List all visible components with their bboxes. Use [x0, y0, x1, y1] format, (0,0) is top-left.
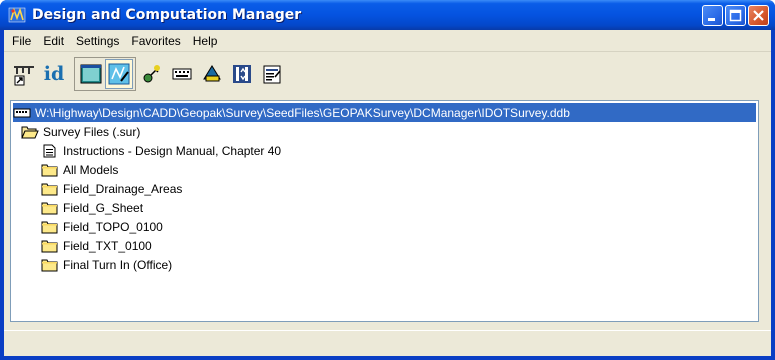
id-icon: id [43, 63, 65, 85]
root-path-label: W:\Highway\Design\CADD\Geopak\Survey\See… [35, 105, 570, 120]
dialog-icon [80, 64, 102, 84]
window-title: Design and Computation Manager [32, 7, 302, 23]
open-folder-icon [21, 125, 39, 139]
document-icon [41, 144, 59, 158]
tree-item-label: Field_TXT_0100 [63, 238, 152, 253]
category-label: Survey Files (.sur) [43, 124, 141, 139]
tree-item[interactable]: Field_TXT_0100 [13, 236, 756, 255]
folder-icon [41, 239, 59, 253]
menu-bar: File Edit Settings Favorites Help [4, 30, 771, 52]
tree-item[interactable]: All Models [13, 160, 756, 179]
keyboard-tool-button[interactable] [168, 59, 196, 89]
tree-item-label: Final Turn In (Office) [63, 257, 173, 272]
draw-mode-button[interactable] [105, 59, 133, 89]
id-tool-button[interactable]: id [40, 59, 68, 89]
folder-icon [41, 220, 59, 234]
pickup-tool-button[interactable] [198, 59, 226, 89]
close-button[interactable] [748, 4, 769, 26]
pointer-tool-button[interactable] [10, 59, 38, 89]
pointer-icon [14, 66, 34, 86]
tree-category-node[interactable]: Survey Files (.sur) [13, 122, 756, 141]
tree-item[interactable]: Field_G_Sheet [13, 198, 756, 217]
dialog-mode-button[interactable] [77, 59, 105, 89]
menu-settings[interactable]: Settings [70, 32, 125, 50]
tree-item[interactable]: Field_Drainage_Areas [13, 179, 756, 198]
keyboard-icon [172, 68, 192, 80]
key-icon [143, 65, 160, 83]
tree-item[interactable]: Final Turn In (Office) [13, 255, 756, 274]
draw-icon [108, 63, 130, 85]
menu-file[interactable]: File [6, 32, 37, 50]
tree-item-label: Field_G_Sheet [63, 200, 144, 215]
menu-edit[interactable]: Edit [37, 32, 70, 50]
tree-item-label: Instructions - Design Manual, Chapter 40 [63, 143, 282, 158]
tree-item-label: Field_TOPO_0100 [63, 219, 163, 234]
folder-icon [41, 163, 59, 177]
client-area: File Edit Settings Favorites Help id W:\… [4, 30, 771, 356]
status-bar [4, 330, 771, 356]
minimize-button[interactable] [702, 4, 723, 26]
pickup-icon [203, 65, 221, 82]
settings-tool-button[interactable] [228, 59, 256, 89]
folder-icon [41, 201, 59, 215]
app-window: Design and Computation Manager File Edit… [0, 0, 775, 360]
folder-icon [41, 258, 59, 272]
tree-item-label: Field_Drainage_Areas [63, 181, 183, 196]
tree-item-label: All Models [63, 162, 119, 177]
mode-button-group [74, 57, 136, 91]
folder-icon [41, 182, 59, 196]
menu-help[interactable]: Help [187, 32, 224, 50]
database-icon [13, 106, 31, 120]
tree-item[interactable]: Instructions - Design Manual, Chapter 40 [13, 141, 756, 160]
maximize-button[interactable] [725, 4, 746, 26]
tree-root-node[interactable]: W:\Highway\Design\CADD\Geopak\Survey\See… [13, 103, 756, 122]
menu-favorites[interactable]: Favorites [125, 32, 186, 50]
tree-item[interactable]: Field_TOPO_0100 [13, 217, 756, 236]
title-bar[interactable]: Design and Computation Manager [0, 0, 775, 30]
key-tool-button[interactable] [138, 59, 166, 89]
properties-icon [263, 65, 281, 84]
tree-view[interactable]: W:\Highway\Design\CADD\Geopak\Survey\See… [10, 100, 759, 322]
settings-icon [233, 65, 251, 83]
toolbar: id [4, 52, 771, 96]
app-icon [8, 6, 26, 24]
properties-tool-button[interactable] [258, 59, 286, 89]
